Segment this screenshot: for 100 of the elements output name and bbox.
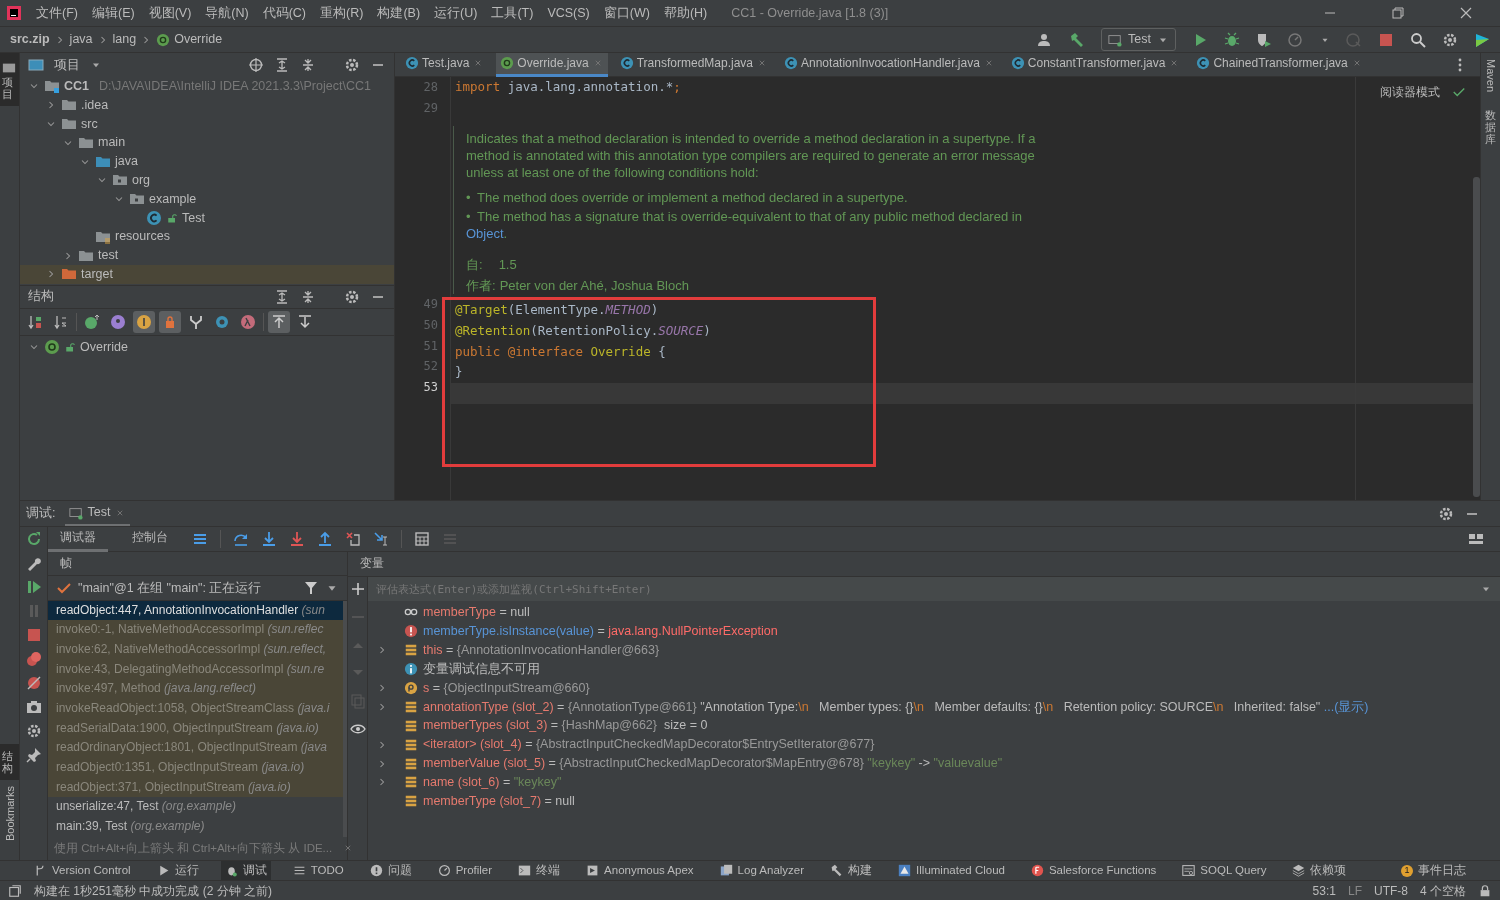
tool-window-button[interactable]: 运行 bbox=[152, 860, 203, 881]
force-step-into-icon[interactable] bbox=[289, 531, 305, 547]
doc-link[interactable]: Object bbox=[466, 226, 504, 242]
stack-frame[interactable]: unserialize:47, Test (org.example) bbox=[48, 797, 343, 818]
tool-window-button[interactable]: 调试 bbox=[220, 860, 271, 881]
variable-entry[interactable]: memberTypes (slot_3) = {HashMap@662} size = 0 bbox=[423, 716, 708, 736]
editor-tab[interactable]: ChainedTransformer.java bbox=[1192, 52, 1367, 77]
variable-entry[interactable]: name (slot_6) = "keykey" bbox=[423, 773, 562, 792]
tool-window-button[interactable]: Log Analyzer bbox=[715, 860, 809, 881]
search-icon[interactable] bbox=[1410, 31, 1426, 48]
menu-item[interactable]: 窗口(W) bbox=[603, 3, 650, 23]
layout-icon[interactable] bbox=[1468, 531, 1484, 547]
stop-icon[interactable] bbox=[25, 627, 42, 643]
close-icon[interactable] bbox=[1458, 5, 1474, 21]
run-to-cursor-icon[interactable] bbox=[373, 531, 389, 547]
tree-item[interactable]: src bbox=[81, 114, 98, 134]
tool-window-tab[interactable]: Maven bbox=[1482, 59, 1499, 93]
drop-frame-icon[interactable] bbox=[345, 531, 361, 547]
stop-icon[interactable] bbox=[1378, 31, 1394, 48]
lock-icon[interactable] bbox=[1478, 883, 1492, 898]
tree-item[interactable]: target bbox=[81, 265, 113, 284]
tool-window-button[interactable]: TODO bbox=[288, 860, 348, 881]
settings-icon[interactable] bbox=[1442, 31, 1458, 48]
toggle-button[interactable] bbox=[159, 310, 181, 333]
expand-all-icon[interactable] bbox=[274, 57, 290, 73]
tree-item[interactable]: org bbox=[132, 171, 151, 190]
toggle-button[interactable] bbox=[133, 310, 155, 333]
settings-icon[interactable] bbox=[344, 57, 360, 73]
filter-icon[interactable] bbox=[303, 579, 319, 596]
tool-window-button[interactable]: Illuminated Cloud bbox=[894, 860, 1009, 881]
tree-item[interactable]: .idea bbox=[81, 95, 109, 115]
collapse-all-icon[interactable] bbox=[300, 288, 316, 305]
tree-item[interactable]: java bbox=[115, 152, 138, 171]
menu-item[interactable]: 重构(R) bbox=[320, 3, 364, 23]
menu-item[interactable]: 编辑(E) bbox=[91, 3, 135, 23]
settings-icon[interactable] bbox=[344, 288, 360, 305]
tool-window-button[interactable]: 依赖项 bbox=[1288, 860, 1351, 881]
menu-item[interactable]: 文件(F) bbox=[36, 3, 78, 23]
gauge-icon[interactable] bbox=[1288, 31, 1304, 48]
breadcrumb[interactable]: lang bbox=[112, 30, 137, 49]
editor-tab[interactable]: AnnotationInvocationHandler.java bbox=[780, 52, 999, 77]
menu-item[interactable]: 视图(V) bbox=[148, 3, 192, 23]
settings-icon[interactable] bbox=[1438, 505, 1454, 522]
tree-item[interactable]: example bbox=[149, 189, 197, 209]
editor-tab[interactable]: Override.java bbox=[496, 52, 608, 77]
hammer-icon[interactable] bbox=[1069, 31, 1086, 48]
settings-icon[interactable] bbox=[25, 723, 42, 739]
tree-item[interactable]: main bbox=[98, 133, 126, 153]
menu-item[interactable]: VCS(S) bbox=[547, 3, 590, 23]
scrollbar[interactable] bbox=[1473, 177, 1480, 497]
reader-mode-link[interactable]: 阅读器模式 bbox=[1380, 83, 1440, 101]
indent-setting[interactable]: 4 个空格 bbox=[1420, 881, 1466, 900]
variable-entry[interactable]: memberType = null bbox=[423, 603, 530, 622]
debugger-tab[interactable]: 控制台 bbox=[120, 526, 180, 552]
bug-icon[interactable] bbox=[1224, 31, 1240, 48]
stack-frame[interactable]: readObject:447, AnnotationInvocationHandler (sun bbox=[48, 600, 343, 621]
check-icon[interactable] bbox=[1452, 85, 1466, 99]
tree-item[interactable]: CC1 bbox=[64, 77, 89, 96]
tool-window-button[interactable]: Profiler bbox=[433, 860, 497, 881]
toggle-button[interactable] bbox=[268, 310, 290, 333]
editor-tab[interactable]: ConstantTransformer.java bbox=[1006, 52, 1185, 77]
menu-item[interactable]: 导航(N) bbox=[205, 3, 249, 23]
line-separator[interactable]: LF bbox=[1347, 881, 1362, 900]
tool-window-button[interactable]: 构建 bbox=[826, 860, 877, 881]
breadcrumb[interactable]: java bbox=[69, 30, 93, 49]
tool-window-button[interactable]: 终端 bbox=[514, 860, 565, 881]
thread-selector[interactable]: "main"@1 在组 "main": 正在运行 bbox=[78, 578, 297, 598]
pin-icon[interactable] bbox=[25, 747, 42, 763]
collapse-all-icon[interactable] bbox=[300, 57, 316, 73]
tool-window-tab[interactable]: 数据库 bbox=[1485, 108, 1496, 145]
step-into-icon[interactable] bbox=[261, 531, 277, 547]
breadcrumb[interactable]: src.zip bbox=[10, 30, 50, 49]
resume-icon[interactable] bbox=[25, 579, 42, 595]
rerun-icon[interactable] bbox=[25, 531, 42, 547]
event-log-button[interactable]: 1 事件日志 bbox=[1397, 860, 1470, 881]
tool-window-button[interactable]: 问题 bbox=[365, 860, 416, 881]
menu-item[interactable]: 帮助(H) bbox=[663, 3, 708, 23]
add-icon[interactable] bbox=[349, 581, 366, 597]
variable-entry[interactable]: annotationType (slot_2) = {AnnotationType@661} "Annotation Type:\n Member types: {}\n Member defaults: {}\n Retention policy: SOURCE\n Inherited: false" ...(显示) bbox=[423, 697, 1369, 717]
variable-entry[interactable]: <iterator> (slot_4) = {AbstractInputCheckedMapDecorator$EntrySetIterator@677} bbox=[423, 735, 875, 755]
list-icon[interactable] bbox=[192, 531, 208, 547]
camera-icon[interactable] bbox=[25, 699, 42, 715]
menu-item[interactable]: 工具(T) bbox=[491, 3, 534, 23]
panel-toggle-icon[interactable] bbox=[8, 883, 22, 898]
tool-window-tab[interactable]: Bookmarks bbox=[2, 786, 19, 842]
tool-window-button[interactable]: SOQL Query bbox=[1178, 860, 1271, 881]
variable-entry[interactable]: memberType.isInstance(value) = java.lang.NullPointerException bbox=[423, 621, 778, 641]
variable-entry[interactable]: 变量调试信息不可用 bbox=[423, 659, 540, 679]
stack-frame[interactable]: main:39, Test (org.example) bbox=[48, 817, 343, 837]
panel-title[interactable]: 项目 bbox=[54, 55, 80, 75]
tool-window-button[interactable]: Salesforce Functions bbox=[1026, 860, 1161, 881]
restore-icon[interactable] bbox=[1390, 5, 1406, 21]
step-over-icon[interactable] bbox=[233, 531, 249, 547]
shield-icon[interactable] bbox=[1256, 31, 1272, 48]
tree-item[interactable]: Test bbox=[182, 208, 205, 228]
variable-entry[interactable]: this = {AnnotationInvocationHandler@663} bbox=[423, 640, 660, 660]
tool-window-button[interactable]: Version Control bbox=[30, 860, 135, 881]
tree-item[interactable]: Override bbox=[80, 337, 128, 357]
encoding[interactable]: UTF-8 bbox=[1374, 881, 1408, 900]
breakpoints-icon[interactable] bbox=[25, 651, 42, 667]
